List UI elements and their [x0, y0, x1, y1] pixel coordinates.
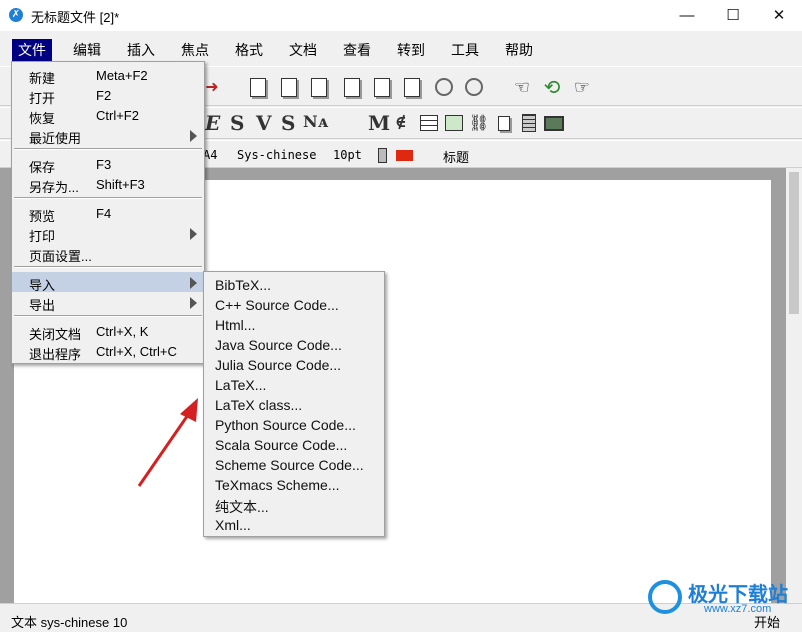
- minimize-button[interactable]: —: [664, 0, 710, 31]
- submenu-arrow-icon: [190, 228, 197, 240]
- menu-item-import[interactable]: 导入: [12, 272, 204, 293]
- import-scala[interactable]: Scala Source Code...: [215, 437, 347, 453]
- menu-item-recent[interactable]: 最近使用: [12, 125, 204, 146]
- menu-tools[interactable]: 工具: [445, 39, 485, 61]
- import-plain-text[interactable]: 纯文本...: [215, 497, 269, 517]
- animation-icon[interactable]: [517, 111, 541, 135]
- close-button[interactable]: ✕: [756, 0, 802, 31]
- maximize-button[interactable]: ☐: [710, 0, 756, 31]
- submenu-arrow-icon: [190, 277, 197, 289]
- title-bar: ✗ 无标题文件 [2]* — ☐ ✕: [0, 0, 802, 31]
- menu-item-save[interactable]: 保存 F3: [12, 154, 204, 175]
- link-icon[interactable]: ⛓: [467, 111, 491, 135]
- menu-item-revert[interactable]: 恢复 Ctrl+F2: [12, 105, 204, 126]
- menu-format[interactable]: 格式: [229, 39, 269, 61]
- color-icon[interactable]: [370, 143, 394, 167]
- menu-separator: [14, 148, 202, 150]
- menu-item-close-doc[interactable]: 关闭文档 Ctrl+X, K: [12, 321, 204, 342]
- strong-icon[interactable]: S: [230, 111, 244, 135]
- annotation-arrow-icon: [137, 398, 198, 487]
- font-family[interactable]: Sys-chinese: [237, 148, 316, 162]
- import-cpp[interactable]: C++ Source Code...: [215, 297, 339, 313]
- import-python[interactable]: Python Source Code...: [215, 417, 356, 433]
- import-scheme[interactable]: Scheme Source Code...: [215, 457, 364, 473]
- sans-icon[interactable]: S: [281, 111, 295, 135]
- menu-item-export[interactable]: 导出: [12, 292, 204, 313]
- spell-icon[interactable]: [400, 75, 424, 99]
- pages-icon[interactable]: [492, 111, 516, 135]
- menu-go[interactable]: 转到: [391, 39, 431, 61]
- watermark: 极光下载站 www.xz7.com: [648, 578, 796, 618]
- scrollbar-thumb[interactable]: [789, 172, 799, 314]
- window-title: 无标题文件 [2]*: [31, 10, 120, 25]
- hand-right-icon[interactable]: ☞: [570, 75, 594, 99]
- menu-edit[interactable]: 编辑: [67, 39, 107, 61]
- import-bibtex[interactable]: BibTeX...: [215, 277, 271, 293]
- font-size[interactable]: 10pt: [333, 148, 362, 162]
- submenu-arrow-icon: [190, 130, 197, 142]
- undo-icon[interactable]: [432, 75, 456, 99]
- image-icon[interactable]: [442, 111, 466, 135]
- name-icon[interactable]: Nᴀ: [303, 112, 328, 131]
- paste-icon[interactable]: [307, 75, 331, 99]
- import-latex-class[interactable]: LaTeX class...: [215, 397, 302, 413]
- import-latex[interactable]: LaTeX...: [215, 377, 266, 393]
- menu-item-page-setup[interactable]: 页面设置...: [12, 243, 204, 264]
- menu-document[interactable]: 文档: [283, 39, 323, 61]
- paper-size[interactable]: A4: [203, 148, 217, 162]
- cut-icon[interactable]: [277, 75, 301, 99]
- replace-icon[interactable]: [370, 75, 394, 99]
- menu-help[interactable]: 帮助: [499, 39, 539, 61]
- symbol-icon[interactable]: ∉: [395, 112, 407, 131]
- refresh-icon[interactable]: ⟲: [540, 75, 564, 99]
- menu-focus[interactable]: 焦点: [175, 39, 215, 61]
- import-html[interactable]: Html...: [215, 317, 255, 333]
- copy-icon[interactable]: [246, 75, 270, 99]
- file-menu-dropdown: 新建 Meta+F2 打开 F2 恢复 Ctrl+F2 最近使用 保存 F3 另…: [11, 61, 205, 364]
- import-submenu: BibTeX... C++ Source Code... Html... Jav…: [203, 271, 385, 537]
- submenu-arrow-icon: [190, 297, 197, 309]
- menu-item-print[interactable]: 打印: [12, 223, 204, 244]
- menu-separator: [14, 197, 202, 199]
- redo-icon[interactable]: [462, 75, 486, 99]
- session-icon[interactable]: [542, 111, 566, 135]
- emphasis-icon[interactable]: E: [205, 111, 220, 135]
- import-xml[interactable]: Xml...: [215, 517, 251, 533]
- paragraph-style[interactable]: 标题: [443, 147, 469, 166]
- import-julia[interactable]: Julia Source Code...: [215, 357, 341, 373]
- menu-separator: [14, 315, 202, 317]
- menu-item-quit[interactable]: 退出程序 Ctrl+X, Ctrl+C: [12, 341, 204, 362]
- menu-separator: [14, 266, 202, 268]
- import-texmacs-scheme[interactable]: TeXmacs Scheme...: [215, 477, 340, 493]
- texmacs-icon: ✗: [9, 8, 23, 22]
- hand-left-icon[interactable]: ☜: [510, 75, 534, 99]
- menu-item-preview[interactable]: 预览 F4: [12, 203, 204, 224]
- menu-file[interactable]: 文件: [12, 39, 52, 61]
- math-icon[interactable]: M: [368, 111, 390, 135]
- watermark-logo-icon: [648, 580, 682, 614]
- menu-item-open[interactable]: 打开 F2: [12, 85, 204, 106]
- watermark-url: www.xz7.com: [704, 603, 772, 615]
- flag-icon[interactable]: [392, 143, 416, 167]
- menu-item-new[interactable]: 新建 Meta+F2: [12, 65, 204, 86]
- table-icon[interactable]: [417, 111, 441, 135]
- status-text: 文本 sys-chinese 10: [11, 615, 128, 630]
- verbatim-icon[interactable]: V: [256, 111, 272, 135]
- menu-insert[interactable]: 插入: [121, 39, 161, 61]
- menu-item-save-as[interactable]: 另存为... Shift+F3: [12, 174, 204, 195]
- find-icon[interactable]: [340, 75, 364, 99]
- menu-view[interactable]: 查看: [337, 39, 377, 61]
- import-java[interactable]: Java Source Code...: [215, 337, 342, 353]
- menu-bar: 文件 编辑 插入 焦点 格式 文档 查看 转到 工具 帮助: [0, 36, 802, 62]
